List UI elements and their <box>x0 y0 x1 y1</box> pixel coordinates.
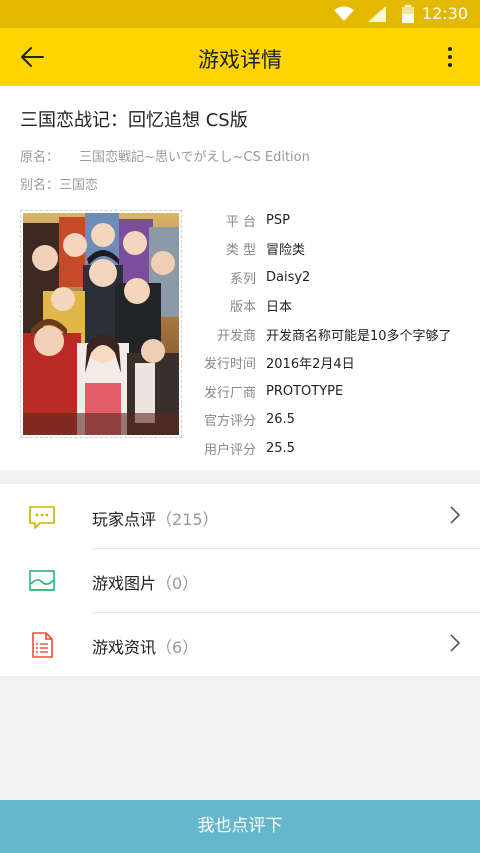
spec-label: 系列 <box>229 271 256 287</box>
list-item-label: 游戏资讯（6） <box>92 634 198 658</box>
list-item-title: 玩家点评 <box>92 510 157 529</box>
spec-label: 官方评分 <box>203 414 256 430</box>
list-item-title: 游戏图片 <box>92 574 157 593</box>
list-item-count: （215） <box>156 510 219 529</box>
list-item-player-reviews[interactable]: 玩家点评（215） <box>0 484 480 548</box>
spec-value: PSP <box>266 212 290 228</box>
wifi-icon <box>334 6 354 21</box>
more-menu-button[interactable] <box>436 39 464 75</box>
spec-row-user-score: 用户评分 25.5 <box>196 434 480 463</box>
spec-label: 发行时间 <box>203 357 256 373</box>
more-vertical-icon <box>448 47 452 51</box>
spec-label: 平 台 <box>225 214 256 230</box>
spec-label: 开发商 <box>216 328 256 344</box>
image-icon <box>29 570 55 591</box>
write-review-button[interactable]: 我也点评下 <box>0 800 480 853</box>
chevron-right-icon <box>450 634 460 652</box>
list-item-game-news[interactable]: 游戏资讯（6） <box>0 612 480 676</box>
alias-value: 三国恋 <box>59 178 99 193</box>
spec-label: 用户评分 <box>203 442 256 458</box>
list-item-game-images[interactable]: 游戏图片（0） <box>0 548 480 612</box>
comment-icon <box>29 506 55 529</box>
spec-row-type: 类 型 冒险类 <box>196 235 480 264</box>
app-bar: 游戏详情 <box>0 28 480 86</box>
spec-label: 版本 <box>229 300 256 316</box>
spec-row-series: 系列 Daisy2 <box>196 263 480 292</box>
game-info-card: 三国恋战记：回忆追想 CS版 原名： 三国恋戦記~思いでがえし~CS Editio… <box>0 86 480 470</box>
spec-list: 平 台 PSP 类 型 冒险类 系列 Daisy2 版本 日本 开发商 开发商名… <box>196 206 480 463</box>
spec-value: 2016年2月4日 <box>266 357 355 373</box>
spec-value: PROTOTYPE <box>266 383 344 399</box>
original-name: 原名： 三国恋戦記~思いでがえし~CS Edition <box>20 146 310 165</box>
detail-list: 玩家点评（215） 游戏图片（0） 游戏资讯（6） <box>0 484 480 676</box>
list-item-count: （0） <box>156 574 199 593</box>
spec-value: 日本 <box>266 300 293 316</box>
alias-label: 别名： <box>20 178 60 193</box>
battery-icon <box>402 5 414 23</box>
spec-value: 冒险类 <box>266 243 306 259</box>
spec-row-publisher: 发行厂商 PROTOTYPE <box>196 377 480 406</box>
spec-value: 26.5 <box>266 412 295 428</box>
list-item-count: （6） <box>156 638 199 657</box>
spec-row-official-score: 官方评分 26.5 <box>196 406 480 435</box>
game-title: 三国恋战记：回忆追想 CS版 <box>20 110 248 131</box>
status-time: 12:30 <box>421 4 468 23</box>
page-title: 游戏详情 <box>198 48 282 72</box>
original-name-value: 三国恋戦記~思いでがえし~CS Edition <box>79 150 310 165</box>
signal-icon <box>368 6 386 22</box>
original-name-label: 原名： <box>20 150 60 165</box>
spec-value: 开发商名称可能是10多个字够了 <box>266 328 452 344</box>
spec-label: 发行厂商 <box>203 385 256 401</box>
spec-value: Daisy2 <box>266 269 311 285</box>
spec-row-release-date: 发行时间 2016年2月4日 <box>196 349 480 378</box>
status-bar: 12:30 <box>0 0 480 28</box>
game-cover-image[interactable] <box>20 210 182 438</box>
document-icon <box>32 632 53 658</box>
spec-label: 类 型 <box>225 243 256 259</box>
list-item-title: 游戏资讯 <box>92 638 157 657</box>
list-item-label: 玩家点评（215） <box>92 506 219 530</box>
list-item-label: 游戏图片（0） <box>92 570 198 594</box>
spec-row-developer: 开发商 开发商名称可能是10多个字够了 <box>196 320 480 349</box>
spec-row-version: 版本 日本 <box>196 292 480 321</box>
cover-artwork <box>23 213 179 435</box>
spec-value: 25.5 <box>266 440 295 456</box>
chevron-right-icon <box>450 506 460 524</box>
alias-name: 别名：三国恋 <box>20 174 98 193</box>
spec-row-platform: 平 台 PSP <box>196 206 480 235</box>
